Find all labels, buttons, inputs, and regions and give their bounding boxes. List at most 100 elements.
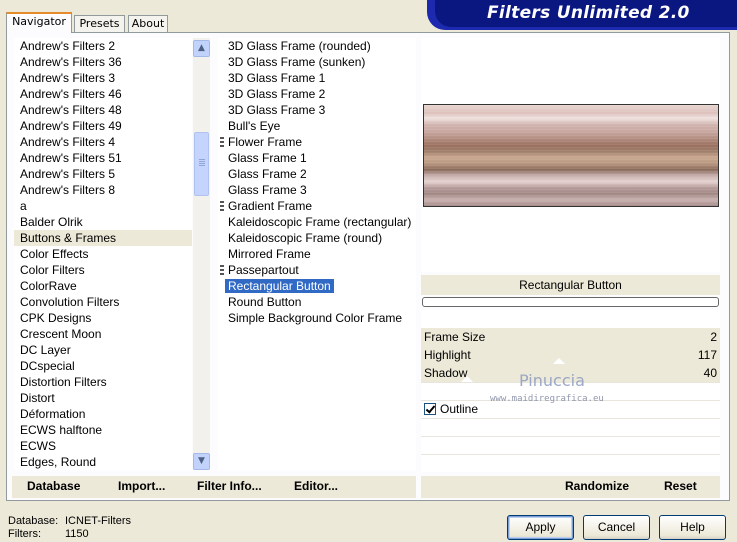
filter-item[interactable]: Simple Background Color Frame xyxy=(218,310,416,326)
category-item[interactable]: Distort xyxy=(14,390,192,406)
param-empty-row xyxy=(421,436,720,454)
import-button[interactable]: Import... xyxy=(118,479,165,493)
filter-item-label: 3D Glass Frame (sunken) xyxy=(228,55,366,69)
param-highlight[interactable]: Highlight 117 xyxy=(421,346,720,364)
category-item[interactable]: Buttons & Frames xyxy=(14,230,192,246)
status-database-value: ICNET-Filters xyxy=(65,515,131,527)
reset-button[interactable]: Reset xyxy=(664,479,697,493)
status-filters-label: Filters: xyxy=(8,528,41,540)
help-button[interactable]: Help xyxy=(659,515,726,540)
status-filters-value: 1150 xyxy=(65,528,89,540)
filter-item[interactable]: Gradient Frame xyxy=(218,198,416,214)
category-item[interactable]: Crescent Moon xyxy=(14,326,192,342)
parameters-panel: Frame Size 2 Highlight 117 Shadow 40 Out… xyxy=(421,310,720,472)
filter-item[interactable]: Kaleidoscopic Frame (round) xyxy=(218,230,416,246)
filter-item-label: Glass Frame 1 xyxy=(228,151,307,165)
scroll-up-icon[interactable]: ▲ xyxy=(193,40,210,57)
category-item[interactable]: Andrew's Filters 4 xyxy=(14,134,192,150)
filter-item-label: Flower Frame xyxy=(228,135,303,149)
category-item[interactable]: Color Filters xyxy=(14,262,192,278)
category-item[interactable]: Convolution Filters xyxy=(14,294,192,310)
filter-item-label: 3D Glass Frame 3 xyxy=(228,103,326,117)
filter-item-label: Passepartout xyxy=(228,263,299,277)
category-item[interactable]: Color Effects xyxy=(14,246,192,262)
filter-item[interactable]: Glass Frame 3 xyxy=(218,182,416,198)
grip-icon xyxy=(220,201,224,211)
database-button[interactable]: Database xyxy=(27,479,80,493)
filter-item[interactable]: Rectangular Button xyxy=(218,278,416,294)
category-item[interactable]: Andrew's Filters 8 xyxy=(14,182,192,198)
filter-item[interactable]: Flower Frame xyxy=(218,134,416,150)
category-item[interactable]: DC Layer xyxy=(14,342,192,358)
scroll-thumb[interactable] xyxy=(194,132,209,196)
outline-label: Outline xyxy=(440,402,479,416)
category-item[interactable]: ECWS xyxy=(14,438,192,454)
grip-icon xyxy=(220,265,224,275)
filter-item-label: Bull's Eye xyxy=(228,119,281,133)
grip-icon xyxy=(220,137,224,147)
filter-item[interactable]: 3D Glass Frame 3 xyxy=(218,102,416,118)
filter-item[interactable]: Bull's Eye xyxy=(218,118,416,134)
category-item[interactable]: Balder Olrik xyxy=(14,214,192,230)
category-item[interactable]: ECWS halftone xyxy=(14,422,192,438)
filter-item-label: Gradient Frame xyxy=(228,199,313,213)
tab-about[interactable]: About xyxy=(128,15,168,32)
category-item[interactable]: Distortion Filters xyxy=(14,374,192,390)
category-item[interactable]: Edges, Round xyxy=(14,454,192,470)
filter-item[interactable]: 3D Glass Frame 2 xyxy=(218,86,416,102)
editor-button[interactable]: Editor... xyxy=(294,479,338,493)
filter-item-label: 3D Glass Frame 1 xyxy=(228,71,326,85)
param-frame-size[interactable]: Frame Size 2 xyxy=(421,328,720,346)
param-empty-row xyxy=(421,454,720,472)
filter-item[interactable]: Kaleidoscopic Frame (rectangular) xyxy=(218,214,416,230)
watermark-name: Pinuccia xyxy=(519,371,585,390)
outline-checkbox[interactable] xyxy=(424,403,436,415)
category-item[interactable]: Andrew's Filters 36 xyxy=(14,54,192,70)
progress-bar xyxy=(422,297,719,307)
preview-image xyxy=(423,104,719,207)
filter-item[interactable]: 3D Glass Frame (rounded) xyxy=(218,38,416,54)
category-item[interactable]: CPK Designs xyxy=(14,310,192,326)
category-scrollbar[interactable]: ▲ ▼ xyxy=(193,38,210,470)
tab-presets[interactable]: Presets xyxy=(74,15,125,32)
filter-item-label: Kaleidoscopic Frame (round) xyxy=(228,231,383,245)
scroll-down-icon[interactable]: ▼ xyxy=(193,453,210,470)
app-title: Filters Unlimited 2.0 xyxy=(487,3,690,23)
filter-item[interactable]: 3D Glass Frame 1 xyxy=(218,70,416,86)
category-item[interactable]: Andrew's Filters 51 xyxy=(14,150,192,166)
filter-list[interactable]: 3D Glass Frame (rounded) 3D Glass Frame (… xyxy=(218,38,416,470)
filter-item[interactable]: Mirrored Frame xyxy=(218,246,416,262)
filter-item-label: Round Button xyxy=(228,295,302,309)
tab-navigator[interactable]: Navigator xyxy=(6,12,72,33)
category-item[interactable]: Andrew's Filters 2 xyxy=(14,38,192,54)
param-empty-row xyxy=(421,418,720,436)
filter-item[interactable]: Glass Frame 1 xyxy=(218,150,416,166)
category-item[interactable]: a xyxy=(14,198,192,214)
filter-item-label: Simple Background Color Frame xyxy=(228,311,403,325)
category-item[interactable]: Déformation xyxy=(14,406,192,422)
category-item[interactable]: Andrew's Filters 49 xyxy=(14,118,192,134)
category-item[interactable]: Andrew's Filters 3 xyxy=(14,70,192,86)
watermark-url: www.maidiregrafica.eu xyxy=(490,394,604,404)
filter-item-label: Mirrored Frame xyxy=(228,247,311,261)
param-label: Highlight xyxy=(424,348,471,362)
apply-button[interactable]: Apply xyxy=(507,515,574,540)
filter-item[interactable]: Passepartout xyxy=(218,262,416,278)
category-item[interactable]: Andrew's Filters 48 xyxy=(14,102,192,118)
cancel-button[interactable]: Cancel xyxy=(583,515,650,540)
randomize-button[interactable]: Randomize xyxy=(565,479,629,493)
category-item[interactable]: Andrew's Filters 5 xyxy=(14,166,192,182)
category-list[interactable]: Andrew's Filters 2 Andrew's Filters 36 And… xyxy=(14,38,192,470)
filter-item[interactable]: Round Button xyxy=(218,294,416,310)
title-banner: Filters Unlimited 2.0 xyxy=(427,0,737,30)
category-item[interactable]: DCspecial xyxy=(14,358,192,374)
filter-info-button[interactable]: Filter Info... xyxy=(197,479,262,493)
filter-item[interactable]: 3D Glass Frame (sunken) xyxy=(218,54,416,70)
category-item[interactable]: ColorRave xyxy=(14,278,192,294)
filter-item-label: Kaleidoscopic Frame (rectangular) xyxy=(228,215,412,229)
list-toolbar: Database Import... Filter Info... Editor… xyxy=(12,476,416,498)
filter-item[interactable]: Glass Frame 2 xyxy=(218,166,416,182)
filter-item-label: 3D Glass Frame 2 xyxy=(228,87,326,101)
filter-name-label: Rectangular Button xyxy=(421,275,720,295)
category-item[interactable]: Andrew's Filters 46 xyxy=(14,86,192,102)
